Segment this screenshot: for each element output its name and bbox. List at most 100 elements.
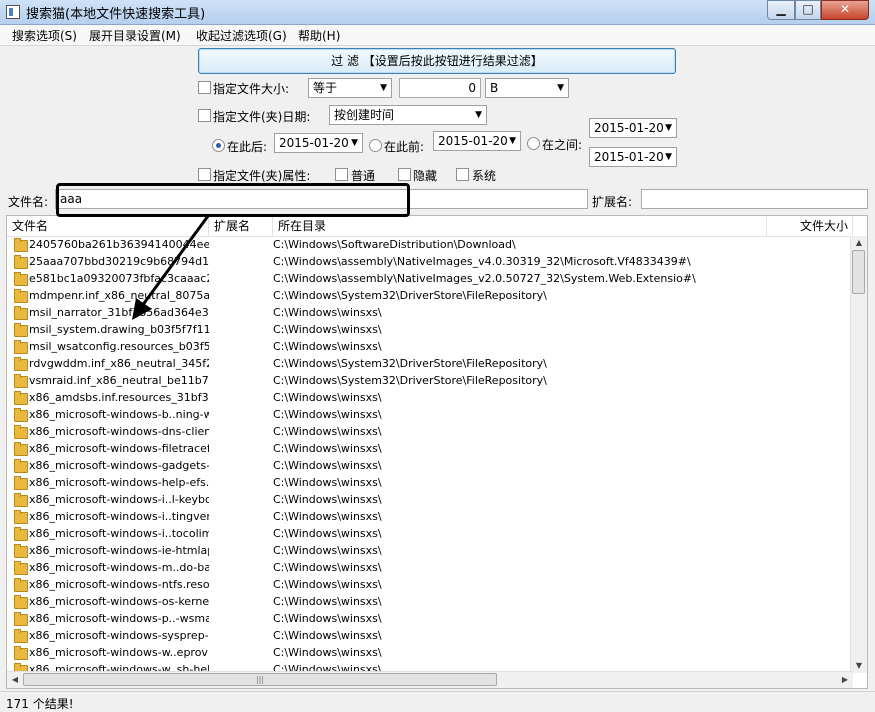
before-radio[interactable] — [369, 139, 382, 152]
between-radio[interactable] — [527, 137, 540, 150]
col-header-dir[interactable]: 所在目录 — [273, 216, 767, 236]
row-file-name: x86_microsoft-windows-filetracefil... — [29, 442, 209, 455]
folder-icon — [14, 527, 28, 541]
scroll-right-icon[interactable]: ▶ — [837, 673, 853, 687]
table-row[interactable]: x86_microsoft-windows-sysprep-s... C:\Win… — [7, 628, 853, 645]
ext-label: 扩展名: — [592, 195, 633, 209]
between-end-picker[interactable]: 2015-01-20 ▼ — [589, 147, 677, 167]
size-op-value: 等于 — [313, 81, 338, 95]
chevron-down-icon: ▼ — [557, 83, 564, 93]
filter-button[interactable]: 过 滤 【设置后按此按钮进行结果过滤】 — [198, 48, 676, 74]
folder-icon — [14, 391, 28, 405]
row-directory: C:\Windows\winsxs\ — [273, 561, 382, 574]
size-op-select[interactable]: 等于 ▼ — [308, 78, 392, 98]
after-date-picker[interactable]: 2015-01-20 ▼ — [274, 133, 363, 153]
size-label: 指定文件大小: — [213, 82, 290, 96]
folder-icon — [14, 561, 28, 575]
row-file-name: x86_microsoft-windows-w..eprovi... — [29, 646, 209, 659]
row-directory: C:\Windows\winsxs\ — [273, 646, 382, 659]
window-title: 搜索猫(本地文件快速搜索工具) — [26, 7, 206, 22]
ext-input[interactable] — [641, 189, 868, 209]
table-row[interactable]: x86_microsoft-windows-w..eprovi... C:\Win… — [7, 645, 853, 662]
table-row[interactable]: x86_microsoft-windows-dns-client... C:\Wi… — [7, 424, 853, 441]
size-checkbox[interactable] — [198, 81, 211, 94]
between-label: 在之间: — [542, 138, 583, 152]
table-row[interactable]: x86_microsoft-windows-gadgets-... C:\Wind… — [7, 458, 853, 475]
menu-bar: 搜索选项(S) 展开目录设置(M) 收起过滤选项(G) 帮助(H) — [0, 25, 875, 46]
row-directory: C:\Windows\winsxs\ — [273, 306, 382, 319]
chevron-down-icon: ▼ — [475, 110, 482, 120]
chevron-down-icon: ▼ — [351, 138, 358, 148]
size-unit-select[interactable]: B ▼ — [485, 78, 569, 98]
attr-checkbox[interactable] — [198, 168, 211, 181]
menu-help[interactable]: 帮助(H) — [298, 27, 340, 44]
folder-icon — [14, 629, 28, 643]
after-date-value: 2015-01-20 — [279, 136, 349, 150]
close-button[interactable]: ✕ — [821, 0, 869, 20]
scroll-left-icon[interactable]: ◀ — [7, 673, 23, 687]
col-header-size[interactable]: 文件大小 — [767, 216, 853, 236]
size-value-input[interactable]: 0 — [399, 78, 481, 98]
size-unit-value: B — [490, 81, 499, 95]
horizontal-scroll-thumb[interactable]: ||| — [23, 673, 497, 686]
row-directory: C:\Windows\SoftwareDistribution\Download… — [273, 238, 516, 251]
table-row[interactable]: x86_microsoft-windows-filetracefil... C:\… — [7, 441, 853, 458]
scroll-down-icon[interactable]: ▼ — [851, 659, 867, 673]
date-type-value: 按创建时间 — [334, 108, 395, 122]
table-row[interactable]: x86_microsoft-windows-os-kernel... C:\Win… — [7, 594, 853, 611]
annotation-highlight-box — [56, 183, 410, 217]
minimize-button[interactable]: ▁ — [767, 0, 795, 20]
attr-normal-checkbox[interactable] — [335, 168, 348, 181]
row-directory: C:\Windows\winsxs\ — [273, 476, 382, 489]
date-checkbox[interactable] — [198, 109, 211, 122]
row-file-name: x86_microsoft-windows-help-efs.r... — [29, 476, 209, 489]
folder-icon — [14, 425, 28, 439]
attr-system-checkbox[interactable] — [456, 168, 469, 181]
row-directory: C:\Windows\winsxs\ — [273, 612, 382, 625]
vertical-scrollbar[interactable]: ▲ ▼ — [850, 236, 867, 673]
table-row[interactable]: x86_amdsbs.inf.resources_31bf3... C:\Wind… — [7, 390, 853, 407]
table-row[interactable]: rdvgwddm.inf_x86_neutral_345f2... C:\Wind… — [7, 356, 853, 373]
folder-icon — [14, 459, 28, 473]
row-file-name: rdvgwddm.inf_x86_neutral_345f2... — [29, 357, 209, 370]
horizontal-scrollbar[interactable]: ◀ ||| ▶ — [7, 671, 853, 688]
folder-icon — [14, 357, 28, 371]
table-row[interactable]: x86_microsoft-windows-i..l-keybo... C:\Wi… — [7, 492, 853, 509]
date-type-select[interactable]: 按创建时间 ▼ — [329, 105, 487, 125]
attr-label: 指定文件(夹)属性: — [213, 169, 311, 183]
table-row[interactable]: x86_microsoft-windows-p..-wsma... C:\Wind… — [7, 611, 853, 628]
menu-collapse-filter[interactable]: 收起过滤选项(G) — [196, 27, 287, 44]
scroll-up-icon[interactable]: ▲ — [851, 236, 867, 250]
row-directory: C:\Windows\winsxs\ — [273, 340, 382, 353]
table-row[interactable]: vsmraid.inf_x86_neutral_be11b7... C:\Wind… — [7, 373, 853, 390]
between-start-picker[interactable]: 2015-01-20 ▼ — [589, 118, 677, 138]
attr-hidden-checkbox[interactable] — [398, 168, 411, 181]
status-bar: 171 个结果! — [0, 691, 875, 711]
vertical-scroll-thumb[interactable] — [852, 250, 865, 294]
row-directory: C:\Windows\winsxs\ — [273, 425, 382, 438]
folder-icon — [14, 408, 28, 422]
maximize-button[interactable]: □ — [795, 0, 821, 20]
after-radio[interactable] — [212, 139, 225, 152]
table-row[interactable]: x86_microsoft-windows-b..ning-w... C:\Win… — [7, 407, 853, 424]
before-date-picker[interactable]: 2015-01-20 ▼ — [433, 131, 521, 151]
menu-search-options[interactable]: 搜索选项(S) — [12, 27, 77, 44]
table-row[interactable]: x86_microsoft-windows-i..tocolim... C:\Wi… — [7, 526, 853, 543]
app-icon — [6, 5, 20, 19]
menu-expand-dir[interactable]: 展开目录设置(M) — [89, 27, 181, 44]
table-row[interactable]: msil_wsatconfig.resources_b03f5f... C:\Wi… — [7, 339, 853, 356]
row-directory: C:\Windows\System32\DriverStore\FileRepo… — [273, 357, 547, 370]
table-row[interactable]: x86_microsoft-windows-ie-htmlap... C:\Win… — [7, 543, 853, 560]
folder-icon — [14, 476, 28, 490]
row-file-name: x86_microsoft-windows-sysprep-s... — [29, 629, 209, 642]
folder-icon — [14, 646, 28, 660]
folder-icon — [14, 323, 28, 337]
table-row[interactable]: x86_microsoft-windows-help-efs.r... C:\Wi… — [7, 475, 853, 492]
table-row[interactable]: x86_microsoft-windows-ntfs.reso... C:\Win… — [7, 577, 853, 594]
table-row[interactable]: x86_microsoft-windows-m..do-ba... C:\Wind… — [7, 560, 853, 577]
folder-icon — [14, 255, 28, 269]
row-file-name: x86_microsoft-windows-ie-htmlap... — [29, 544, 209, 557]
folder-icon — [14, 306, 28, 320]
table-row[interactable]: x86_microsoft-windows-i..tingver... C:\Wi… — [7, 509, 853, 526]
attr-system-label: 系统 — [472, 169, 497, 183]
